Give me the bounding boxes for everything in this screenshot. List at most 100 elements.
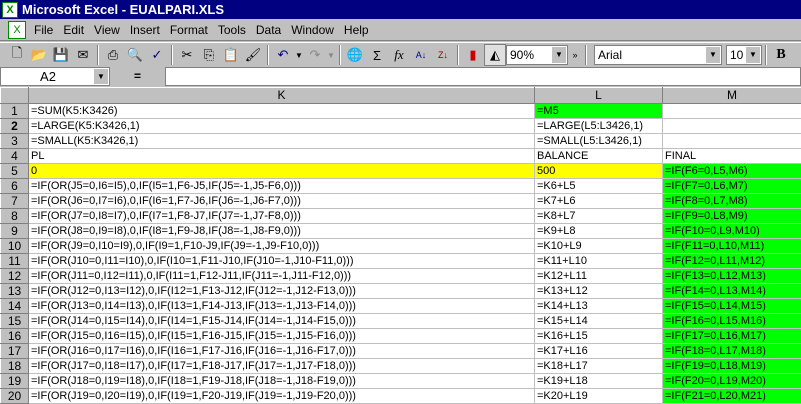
menu-edit[interactable]: Edit bbox=[63, 23, 84, 37]
drawing-icon[interactable]: ◭ bbox=[484, 44, 506, 66]
name-box[interactable]: A2▼ bbox=[0, 67, 110, 86]
row-header[interactable]: 4 bbox=[1, 149, 29, 164]
font-select[interactable]: Arial▼ bbox=[594, 45, 722, 65]
cell-m[interactable]: =IF(F18=0,L17,M18) bbox=[663, 344, 801, 359]
cell-l[interactable]: =K8+L7 bbox=[535, 209, 663, 224]
undo-dropdown-icon[interactable]: ▼ bbox=[294, 44, 304, 66]
row-header[interactable]: 9 bbox=[1, 224, 29, 239]
row-header[interactable]: 19 bbox=[1, 374, 29, 389]
cell-m[interactable]: =IF(F16=0,L15,M16) bbox=[663, 314, 801, 329]
column-header-m[interactable]: M bbox=[663, 88, 801, 104]
cell-k[interactable]: =IF(OR(J7=0,I8=I7),0,IF(I7=1,F8-J7,IF(J7… bbox=[29, 209, 535, 224]
cell-l[interactable]: =K19+L18 bbox=[535, 374, 663, 389]
zoom-select[interactable]: 90%▼ bbox=[506, 45, 568, 65]
row-header[interactable]: 8 bbox=[1, 209, 29, 224]
cell-k[interactable]: =IF(OR(J17=0,I18=I17),0,IF(I17=1,F18-J17… bbox=[29, 359, 535, 374]
row-header[interactable]: 6 bbox=[1, 179, 29, 194]
cell-l[interactable]: =K11+L10 bbox=[535, 254, 663, 269]
cell-m[interactable]: =IF(F9=0,L8,M9) bbox=[663, 209, 801, 224]
cell-l[interactable]: =K6+L5 bbox=[535, 179, 663, 194]
cell-l[interactable]: BALANCE bbox=[535, 149, 663, 164]
more-buttons-icon[interactable]: » bbox=[568, 44, 582, 66]
open-icon[interactable]: 📂 bbox=[28, 44, 50, 66]
cell-m[interactable]: =IF(F6=0,L5,M6) bbox=[663, 164, 801, 179]
cell-l[interactable]: =K18+L17 bbox=[535, 359, 663, 374]
cut-icon[interactable]: ✂ bbox=[176, 44, 198, 66]
row-header[interactable]: 15 bbox=[1, 314, 29, 329]
row-header[interactable]: 1 bbox=[1, 104, 29, 119]
cell-k[interactable]: =IF(OR(J8=0,I9=I8),0,IF(I8=1,F9-J8,IF(J8… bbox=[29, 224, 535, 239]
row-header[interactable]: 14 bbox=[1, 299, 29, 314]
bold-button[interactable]: B bbox=[770, 44, 792, 66]
cell-k[interactable]: =SMALL(K5:K3426,1) bbox=[29, 134, 535, 149]
menu-window[interactable]: Window bbox=[291, 23, 334, 37]
email-icon[interactable]: ✉ bbox=[72, 44, 94, 66]
row-header[interactable]: 20 bbox=[1, 389, 29, 404]
cell-k[interactable]: =IF(OR(J5=0,I6=I5),0,IF(I5=1,F6-J5,IF(J5… bbox=[29, 179, 535, 194]
row-header[interactable]: 11 bbox=[1, 254, 29, 269]
cell-m[interactable]: =IF(F17=0,L16,M17) bbox=[663, 329, 801, 344]
function-icon[interactable]: fx bbox=[388, 44, 410, 66]
row-header[interactable]: 10 bbox=[1, 239, 29, 254]
row-header[interactable]: 18 bbox=[1, 359, 29, 374]
cell-m[interactable]: =IF(F10=0,L9,M10) bbox=[663, 224, 801, 239]
cell-l[interactable]: =LARGE(L5:L3426,1) bbox=[535, 119, 663, 134]
cell-m[interactable]: =IF(F13=0,L12,M13) bbox=[663, 269, 801, 284]
cell-k[interactable]: =IF(OR(J9=0,I10=I9),0,IF(I9=1,F10-J9,IF(… bbox=[29, 239, 535, 254]
cell-l[interactable]: 500 bbox=[535, 164, 663, 179]
cell-k[interactable]: =IF(OR(J11=0,I12=I11),0,IF(I11=1,F12-J11… bbox=[29, 269, 535, 284]
column-header-k[interactable]: K bbox=[29, 88, 535, 104]
row-header[interactable]: 17 bbox=[1, 344, 29, 359]
cell-l[interactable]: =K16+L15 bbox=[535, 329, 663, 344]
cell-m[interactable]: =IF(F15=0,L14,M15) bbox=[663, 299, 801, 314]
spelling-icon[interactable]: ✓ bbox=[146, 44, 168, 66]
cell-l[interactable]: =K17+L16 bbox=[535, 344, 663, 359]
cell-m[interactable]: =IF(F7=0,L6,M7) bbox=[663, 179, 801, 194]
cell-l[interactable]: =K20+L19 bbox=[535, 389, 663, 404]
cell-k[interactable]: 0 bbox=[29, 164, 535, 179]
print-preview-icon[interactable]: 🔍 bbox=[124, 44, 146, 66]
cell-k[interactable]: PL bbox=[29, 149, 535, 164]
copy-icon[interactable]: ⎘ bbox=[198, 44, 220, 66]
cell-l[interactable]: =K7+L6 bbox=[535, 194, 663, 209]
chevron-down-icon[interactable]: ▼ bbox=[706, 47, 720, 63]
menu-view[interactable]: View bbox=[94, 23, 120, 37]
menu-file[interactable]: File bbox=[34, 23, 53, 37]
cell-l[interactable]: =K10+L9 bbox=[535, 239, 663, 254]
workbook-icon[interactable]: X bbox=[8, 21, 26, 39]
cell-m[interactable] bbox=[663, 119, 801, 134]
cell-m[interactable] bbox=[663, 134, 801, 149]
cell-k[interactable]: =IF(OR(J19=0,I20=I19),0,IF(I19=1,F20-J19… bbox=[29, 389, 535, 404]
cell-k[interactable]: =IF(OR(J13=0,I14=I13),0,IF(I13=1,F14-J13… bbox=[29, 299, 535, 314]
cell-l[interactable]: =SMALL(L5:L3426,1) bbox=[535, 134, 663, 149]
cell-l[interactable]: =K9+L8 bbox=[535, 224, 663, 239]
formula-input[interactable] bbox=[165, 67, 801, 86]
cell-k[interactable]: =IF(OR(J16=0,I17=I16),0,IF(I16=1,F17-J16… bbox=[29, 344, 535, 359]
row-header[interactable]: 16 bbox=[1, 329, 29, 344]
menu-help[interactable]: Help bbox=[344, 23, 369, 37]
row-header[interactable]: 3 bbox=[1, 134, 29, 149]
cell-l[interactable]: =M5 bbox=[535, 104, 663, 119]
redo-icon[interactable]: ↷ bbox=[304, 44, 326, 66]
redo-dropdown-icon[interactable]: ▼ bbox=[326, 44, 336, 66]
edit-formula-button[interactable]: = bbox=[110, 67, 165, 86]
cell-l[interactable]: =K15+L14 bbox=[535, 314, 663, 329]
chevron-down-icon[interactable]: ▼ bbox=[552, 47, 566, 63]
cell-k[interactable]: =IF(OR(J6=0,I7=I6),0,IF(I6=1,F7-J6,IF(J6… bbox=[29, 194, 535, 209]
sort-ascending-icon[interactable]: A↓ bbox=[410, 44, 432, 66]
select-all-button[interactable] bbox=[1, 88, 29, 104]
cell-k[interactable]: =IF(OR(J18=0,I19=I18),0,IF(I18=1,F19-J18… bbox=[29, 374, 535, 389]
menu-data[interactable]: Data bbox=[256, 23, 281, 37]
cell-m[interactable]: =IF(F11=0,L10,M11) bbox=[663, 239, 801, 254]
font-size-select[interactable]: 10▼ bbox=[726, 45, 762, 65]
cell-m[interactable]: FINAL bbox=[663, 149, 801, 164]
format-painter-icon[interactable]: 🖌 bbox=[242, 44, 264, 66]
undo-icon[interactable]: ↶ bbox=[272, 44, 294, 66]
cell-m[interactable]: =IF(F20=0,L19,M20) bbox=[663, 374, 801, 389]
cell-l[interactable]: =K14+L13 bbox=[535, 299, 663, 314]
cell-m[interactable]: =IF(F12=0,L11,M12) bbox=[663, 254, 801, 269]
row-header[interactable]: 5 bbox=[1, 164, 29, 179]
menu-tools[interactable]: Tools bbox=[218, 23, 246, 37]
cell-m[interactable]: =IF(F21=0,L20,M21) bbox=[663, 389, 801, 404]
autosum-icon[interactable]: Σ bbox=[366, 44, 388, 66]
